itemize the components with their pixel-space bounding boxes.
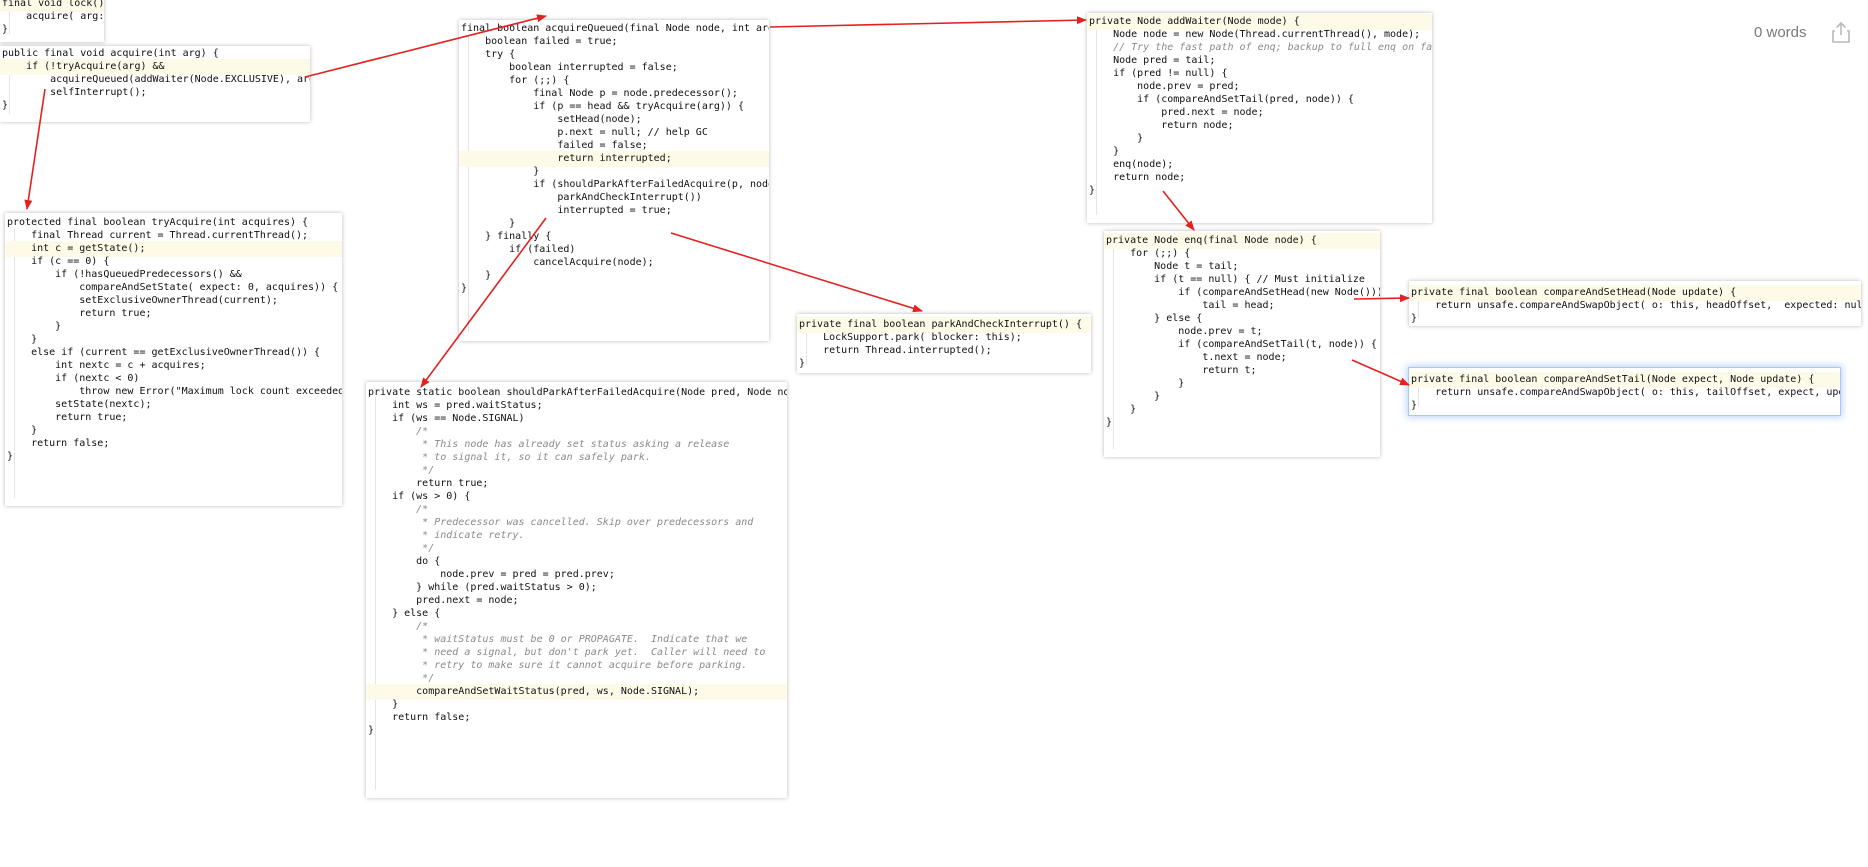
code-line: }: [461, 283, 468, 294]
code-card-acquire-queued[interactable]: final boolean acquireQueued(final Node n…: [459, 20, 769, 341]
code-line: }: [1411, 313, 1418, 324]
code-card-try-acquire[interactable]: protected final boolean tryAcquire(int a…: [5, 213, 342, 506]
code-line: }: [2, 24, 9, 35]
code-card-compare-and-set-head[interactable]: private final boolean compareAndSetHead(…: [1409, 281, 1861, 326]
code-line: }: [1106, 417, 1113, 428]
code-card-park-and-check[interactable]: private final boolean parkAndCheckInterr…: [797, 314, 1091, 373]
code-line: }: [2, 100, 9, 111]
code-card-lock[interactable]: final void lock() { acquire( arg: 1);}: [0, 0, 104, 42]
code-card-should-park[interactable]: private static boolean shouldParkAfterFa…: [366, 382, 787, 798]
word-count: 0 words: [1754, 24, 1807, 41]
code-line: }: [368, 725, 375, 736]
code-card-acquire[interactable]: public final void acquire(int arg) { if …: [0, 46, 310, 122]
code-line: }: [799, 358, 806, 369]
code-card-enq[interactable]: private Node enq(final Node node) { for …: [1104, 231, 1380, 457]
code-line: }: [1089, 185, 1096, 196]
code-line: }: [7, 451, 14, 462]
share-icon[interactable]: [1830, 20, 1852, 44]
code-card-compare-and-set-tail[interactable]: private final boolean compareAndSetTail(…: [1409, 368, 1840, 415]
code-line: }: [1411, 400, 1418, 411]
code-card-add-waiter[interactable]: private Node addWaiter(Node mode) { Node…: [1087, 13, 1432, 223]
arrow-to-add-waiter: [769, 16, 1087, 28]
